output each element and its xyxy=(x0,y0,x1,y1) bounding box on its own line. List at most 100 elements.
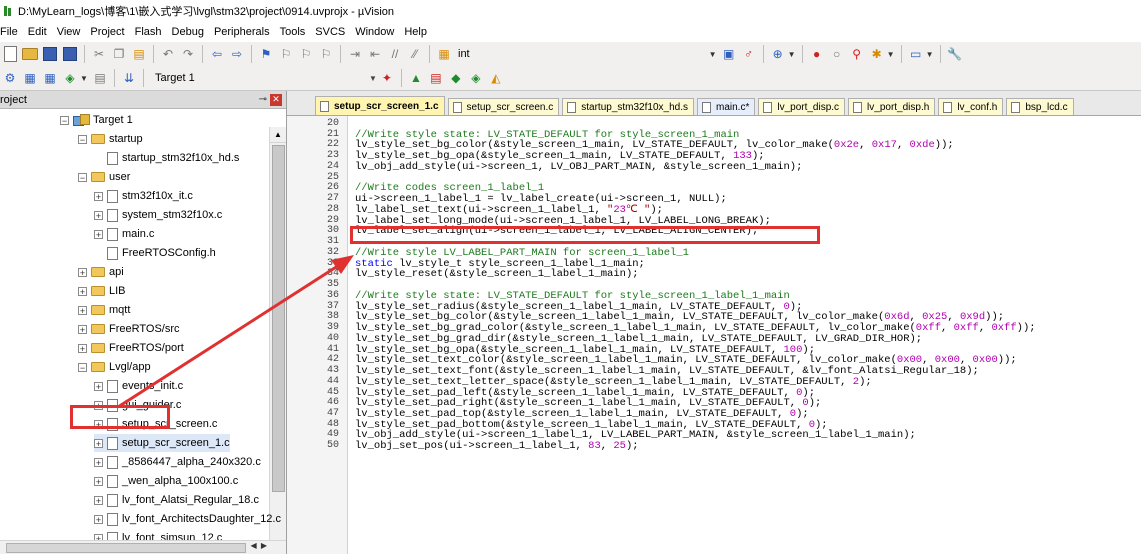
tree-horizontal-scrollbar[interactable]: ◀ ▶ xyxy=(0,540,286,554)
scroll-thumb[interactable] xyxy=(272,145,285,492)
code-line[interactable]: 50 lv_obj_set_pos(ui->screen_1_label_1, 8… xyxy=(287,440,1141,452)
unindent-icon[interactable]: ⇤ xyxy=(366,45,384,63)
redo-icon[interactable]: ↷ xyxy=(179,45,197,63)
tab-bsp-lcd-c[interactable]: bsp_lcd.c xyxy=(1006,98,1074,115)
navigate-forward-icon[interactable]: ⇨ xyxy=(228,45,246,63)
expand-icon[interactable]: + xyxy=(78,324,87,334)
menu-edit[interactable]: Edit xyxy=(23,26,52,38)
kill-breakpoints-icon[interactable]: ✱ xyxy=(868,45,886,63)
disable-breakpoints-icon[interactable]: ⚲ xyxy=(848,45,866,63)
insert-breakpoint-icon[interactable]: ● xyxy=(808,45,826,63)
tree-vertical-scrollbar[interactable]: ▲ xyxy=(269,127,286,554)
manage-runtime-icon[interactable]: ◈ xyxy=(467,69,485,87)
expand-icon[interactable]: + xyxy=(94,476,103,486)
debug-session-icon[interactable]: ⊕ xyxy=(769,45,787,63)
file-extensions-icon[interactable]: ▲ xyxy=(407,69,425,87)
pack-installer-icon[interactable]: ◭ xyxy=(487,69,505,87)
indent-icon[interactable]: ⇥ xyxy=(346,45,364,63)
tree-item[interactable]: + api xyxy=(78,263,124,281)
options-for-target-icon[interactable]: ✦ xyxy=(378,69,396,87)
expand-icon[interactable]: + xyxy=(94,381,103,391)
menu-project[interactable]: Project xyxy=(85,26,129,38)
expand-icon[interactable]: + xyxy=(94,191,103,201)
build-dropdown-chevron-icon[interactable]: ▼ xyxy=(80,74,90,83)
menu-peripherals[interactable]: Peripherals xyxy=(209,26,275,38)
code-editor[interactable]: 20 21//Write style state: LV_STATE_DEFAUL… xyxy=(287,116,1141,554)
hscroll-thumb[interactable] xyxy=(6,543,246,553)
tree-item[interactable]: + setup_scr_screen.c xyxy=(94,415,217,433)
copy-icon[interactable]: ❐ xyxy=(110,45,128,63)
new-file-icon[interactable] xyxy=(1,45,19,63)
bookmark-icon[interactable]: ⚑ xyxy=(257,45,275,63)
build-icon[interactable]: ▦ xyxy=(21,69,39,87)
code-line[interactable]: 34 lv_style_reset(&style_screen_1_label_1… xyxy=(287,269,1141,280)
tree-item[interactable]: + LIB xyxy=(78,282,126,300)
tree-item[interactable]: + FreeRTOS/src xyxy=(78,320,180,338)
tree-item[interactable]: startup_stm32f10x_hd.s xyxy=(94,149,239,167)
tree-item[interactable]: + _wen_alpha_100x100.c xyxy=(94,472,238,490)
menu-help[interactable]: Help xyxy=(399,26,432,38)
menu-window[interactable]: Window xyxy=(350,26,399,38)
target-dropdown-chevron-icon[interactable]: ▼ xyxy=(369,74,377,83)
hscroll-arrows-icon[interactable]: ◀ ▶ xyxy=(250,541,268,550)
expand-icon[interactable]: + xyxy=(78,267,87,277)
panel-close-icon[interactable]: ✕ xyxy=(270,93,282,106)
expand-icon[interactable]: + xyxy=(94,457,103,467)
tab-main-c-[interactable]: main.c* xyxy=(696,98,756,115)
code-line[interactable]: 40 lv_style_set_bg_grad_dir(&style_screen… xyxy=(287,333,1141,345)
cut-icon[interactable]: ✂ xyxy=(90,45,108,63)
tree-item[interactable]: + setup_scr_screen_1.c xyxy=(94,434,230,452)
tree-item[interactable]: + main.c xyxy=(94,225,154,243)
pin-icon[interactable]: ⊸ xyxy=(259,94,267,105)
tree-item[interactable]: + gui_guider.c xyxy=(94,396,181,414)
tree-item[interactable]: + system_stm32f10x.c xyxy=(94,206,222,224)
window-layout-icon[interactable]: ▭ xyxy=(907,45,925,63)
code-line[interactable]: 32 //Write style LV_LABEL_PART_MAIN for s… xyxy=(287,247,1141,259)
manage-project-items-icon[interactable]: ▤ xyxy=(427,69,445,87)
tree-item[interactable]: + _8586447_alpha_240x320.c xyxy=(94,453,261,471)
collapse-icon[interactable]: − xyxy=(78,172,87,182)
enable-breakpoint-icon[interactable]: ○ xyxy=(828,45,846,63)
menu-file[interactable]: File xyxy=(0,26,23,38)
tab-startup-stm32f10x-hd-s[interactable]: startup_stm32f10x_hd.s xyxy=(562,98,694,115)
expand-icon[interactable]: + xyxy=(94,400,103,410)
configure-icon[interactable]: 🔧 xyxy=(946,45,964,63)
find-icon[interactable]: ▣ xyxy=(720,45,738,63)
menu-flash[interactable]: Flash xyxy=(130,26,167,38)
collapse-icon[interactable]: − xyxy=(78,134,87,144)
tab-setup-scr-screen-1-c[interactable]: setup_scr_screen_1.c xyxy=(315,96,445,115)
stop-build-icon[interactable]: ▤ xyxy=(91,69,109,87)
expand-icon[interactable]: + xyxy=(78,305,87,315)
menu-debug[interactable]: Debug xyxy=(167,26,209,38)
menu-svcs[interactable]: SVCS xyxy=(310,26,350,38)
code-line[interactable]: 30 lv_label_set_align(ui->screen_1_label_… xyxy=(287,226,1141,237)
expand-icon[interactable]: + xyxy=(94,210,103,220)
batch-build-icon[interactable]: ◈ xyxy=(61,69,79,87)
code-line[interactable]: 36 //Write style state: LV_STATE_DEFAULT … xyxy=(287,290,1141,302)
paste-icon[interactable]: ▤ xyxy=(130,45,148,63)
bookmark-prev-icon[interactable]: ⚐ xyxy=(277,45,295,63)
find-text-field[interactable]: int xyxy=(458,48,470,60)
code-line[interactable]: 24 lv_obj_add_style(ui->screen_1, LV_OBJ_… xyxy=(287,161,1141,173)
incremental-find-icon[interactable]: ♂ xyxy=(740,45,758,63)
save-icon[interactable] xyxy=(41,45,59,63)
select-packs-icon[interactable]: ◆ xyxy=(447,69,465,87)
tree-item[interactable]: + lv_font_Alatsi_Regular_18.c xyxy=(94,491,259,509)
rebuild-icon[interactable]: ▦ xyxy=(41,69,59,87)
expand-icon[interactable]: + xyxy=(94,514,103,524)
find-in-files-icon[interactable]: ▦ xyxy=(435,45,453,63)
tab-lv-conf-h[interactable]: lv_conf.h xyxy=(938,98,1004,115)
expand-icon[interactable]: + xyxy=(78,286,87,296)
collapse-icon[interactable]: − xyxy=(60,115,69,125)
tree-item[interactable]: FreeRTOSConfig.h xyxy=(94,244,216,262)
save-all-icon[interactable] xyxy=(61,45,79,63)
translate-icon[interactable]: ⚙ xyxy=(1,69,19,87)
breakpoint-dropdown-chevron-icon[interactable]: ▼ xyxy=(887,50,897,59)
comment-icon[interactable]: // xyxy=(386,45,404,63)
expand-icon[interactable]: + xyxy=(94,438,103,448)
tab-lv-port-disp-c[interactable]: lv_port_disp.c xyxy=(758,98,846,115)
open-folder-icon[interactable] xyxy=(21,45,39,63)
tree-item[interactable]: + mqtt xyxy=(78,301,130,319)
find-dropdown-chevron-icon[interactable]: ▼ xyxy=(709,50,719,59)
navigate-back-icon[interactable]: ⇦ xyxy=(208,45,226,63)
